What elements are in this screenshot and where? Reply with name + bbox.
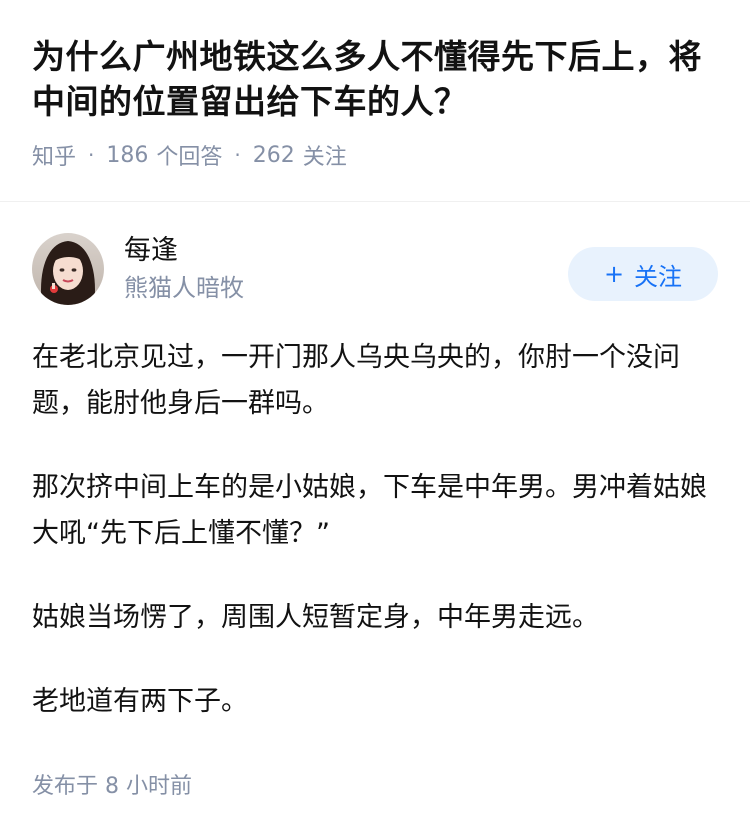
follower-count: 262 — [252, 142, 295, 168]
avatar[interactable] — [32, 233, 104, 305]
question-meta: 知乎 · 186 个回答 · 262 关注 — [32, 139, 718, 171]
answer-paragraph: 那次挤中间上车的是小姑娘，下车是中年男。男冲着姑娘大吼“先下后上懂不懂？” — [32, 472, 707, 549]
meta-separator: · — [234, 143, 241, 167]
avatar-image — [32, 233, 104, 305]
question-header: 为什么广州地铁这么多人不懂得先下后上，将中间的位置留出给下车的人？ 知乎 · 1… — [0, 0, 750, 170]
answer-paragraph: 姑娘当场愣了，周围人短暂定身，中年男走远。 — [32, 602, 599, 633]
section-divider — [0, 201, 750, 202]
answer-body: 在老北京见过，一开门那人乌央乌央的，你肘一个没问题，能肘他身后一群吗。 那次挤中… — [32, 335, 718, 725]
publish-time-value: 8 小时前 — [105, 774, 193, 799]
publish-time: 发布于 8 小时前 — [32, 768, 192, 800]
answer-paragraph: 老地道有两下子。 — [32, 686, 248, 717]
answer-count-label: 个回答 — [156, 145, 223, 170]
author-bio: 熊猫人暗牧 — [124, 274, 244, 302]
answer-card: 每逢 熊猫人暗牧 + 关注 在老北京见过，一开门那人乌央乌央的，你肘一个没问题，… — [32, 233, 718, 763]
follow-button[interactable]: + 关注 — [568, 247, 718, 301]
publish-label: 发布于 — [32, 774, 99, 799]
author-row: 每逢 熊猫人暗牧 + 关注 — [32, 233, 718, 305]
author-info: 每逢 熊猫人暗牧 — [124, 234, 568, 304]
plus-icon: + — [603, 260, 625, 288]
answer-paragraph: 在老北京见过，一开门那人乌央乌央的，你肘一个没问题，能肘他身后一群吗。 — [32, 342, 680, 419]
question-title[interactable]: 为什么广州地铁这么多人不懂得先下后上，将中间的位置留出给下车的人？ — [32, 34, 718, 124]
author-name[interactable]: 每逢 — [124, 234, 568, 268]
source-label[interactable]: 知乎 — [32, 139, 76, 171]
follow-button-label: 关注 — [634, 262, 683, 291]
follower-count-label: 关注 — [302, 145, 347, 170]
meta-separator: · — [88, 143, 95, 167]
answer-count: 186 — [106, 142, 149, 168]
